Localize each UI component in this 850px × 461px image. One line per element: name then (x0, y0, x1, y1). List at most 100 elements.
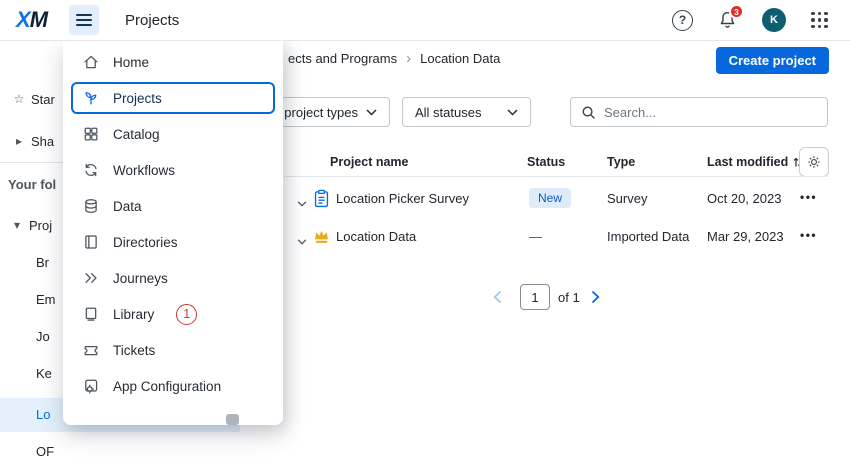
sidebar-section-your-folders: Your fol (8, 174, 56, 194)
row-actions-menu[interactable]: ••• (800, 190, 817, 204)
sidebar-item-label: Em (36, 292, 56, 307)
catalog-icon (82, 125, 100, 143)
menu-item-library[interactable]: Library 1 (63, 296, 283, 332)
app-configuration-icon (82, 377, 100, 395)
home-icon (82, 53, 100, 71)
sidebar-item-starred[interactable]: ☆ Star (10, 89, 55, 109)
pagination-total-label: of 1 (558, 290, 580, 305)
pagination-prev-button[interactable] (493, 290, 502, 309)
column-header-project-name[interactable]: Project name (330, 155, 409, 169)
project-link[interactable]: Location Picker Survey (336, 191, 469, 206)
page-number-input[interactable]: 1 (520, 284, 550, 310)
sidebar-item-label: Proj (29, 218, 52, 233)
search-icon (581, 105, 596, 120)
dot (818, 12, 822, 16)
tickets-icon (82, 341, 100, 359)
dot (811, 18, 815, 22)
menu-item-label: Journeys (113, 271, 168, 286)
sidebar-item-of[interactable]: OF (36, 441, 54, 461)
column-header-label: Last modified (707, 155, 788, 169)
chevron-down-icon (366, 109, 377, 116)
menu-item-label: Workflows (113, 163, 175, 178)
chevron-down-icon (507, 109, 518, 116)
dot (824, 12, 828, 16)
menu-item-home[interactable]: Home (63, 44, 283, 80)
menu-item-catalog[interactable]: Catalog (63, 116, 283, 152)
row-actions-menu[interactable]: ••• (800, 228, 817, 242)
row-expand-caret[interactable] (297, 194, 307, 212)
status-badge: New (529, 188, 571, 208)
projects-icon (82, 89, 100, 107)
row-expand-caret[interactable] (297, 232, 307, 250)
caret-down-icon: ▾ (8, 218, 26, 232)
xm-logo[interactable]: X M (16, 7, 47, 33)
menu-item-journeys[interactable]: Journeys (63, 260, 283, 296)
xm-logo-x: X (16, 7, 30, 33)
column-header-last-modified[interactable]: Last modified (707, 155, 803, 169)
table-settings-button[interactable] (799, 147, 829, 177)
breadcrumb: ects and Programs › Location Data (288, 51, 500, 66)
page-title: Projects (125, 12, 179, 29)
chevron-left-icon (493, 290, 502, 304)
help-icon[interactable]: ? (672, 10, 693, 31)
topbar: X M Projects ? 3 K (0, 0, 850, 41)
menu-item-label: Data (113, 199, 142, 214)
dot (824, 25, 828, 29)
imported-data-icon (313, 228, 330, 250)
chevron-right-icon (591, 290, 600, 304)
chevron-down-icon (297, 201, 307, 207)
sidebar-item-jo[interactable]: Jo (36, 326, 50, 346)
menu-item-workflows[interactable]: Workflows (63, 152, 283, 188)
search-box[interactable] (570, 97, 828, 127)
table-header-divider (284, 176, 828, 177)
sidebar-item-projects-folder[interactable]: ▾ Proj (8, 215, 52, 235)
apps-grid-icon[interactable] (811, 12, 828, 29)
menu-item-directories[interactable]: Directories (63, 224, 283, 260)
project-link[interactable]: Location Data (336, 229, 416, 244)
breadcrumb-current: Location Data (420, 51, 500, 66)
sidebar-item-shared[interactable]: ▸ Sha (10, 131, 54, 151)
menu-item-app-configuration[interactable]: App Configuration (63, 368, 283, 404)
hamburger-bar (76, 14, 92, 16)
pagination-next-button[interactable] (591, 290, 600, 309)
column-header-status[interactable]: Status (527, 155, 565, 169)
menu-item-label: Tickets (113, 343, 155, 358)
sidebar-item-label: Br (36, 255, 49, 270)
annotation-circle-1: 1 (176, 304, 197, 325)
menu-item-projects[interactable]: Projects (71, 82, 275, 114)
sidebar-item-label: Lo (36, 407, 50, 422)
data-icon (82, 197, 100, 215)
last-modified-date: Mar 29, 2023 (707, 229, 784, 244)
nav-flyout-menu: Home Projects Catalog Workflows Data Dir… (63, 41, 283, 425)
dot (818, 25, 822, 29)
status-dropdown[interactable]: All statuses (402, 97, 531, 127)
last-modified-date: Oct 20, 2023 (707, 191, 781, 206)
breadcrumb-separator-icon: › (406, 52, 411, 65)
dot (811, 12, 815, 16)
sidebar-item-label: Star (31, 92, 55, 107)
xm-logo-m: M (30, 7, 47, 33)
workflows-icon (82, 161, 100, 179)
sidebar-item-label: Ke (36, 366, 52, 381)
status-empty: — (529, 229, 542, 244)
create-project-button[interactable]: Create project (716, 47, 829, 74)
survey-document-icon (313, 189, 330, 213)
project-type: Survey (607, 191, 647, 206)
topbar-actions: ? 3 K (672, 8, 828, 32)
sidebar-item-ke[interactable]: Ke (36, 363, 52, 383)
column-header-type[interactable]: Type (607, 155, 635, 169)
project-type: Imported Data (607, 229, 689, 244)
sidebar-item-em[interactable]: Em (36, 289, 56, 309)
caret-right-icon: ▸ (10, 134, 28, 148)
menu-item-label: Library (113, 307, 154, 322)
search-input[interactable] (604, 105, 817, 120)
breadcrumb-parent[interactable]: ects and Programs (288, 51, 397, 66)
sidebar-item-br[interactable]: Br (36, 252, 49, 272)
journeys-icon (82, 269, 100, 287)
avatar[interactable]: K (762, 8, 786, 32)
menu-item-tickets[interactable]: Tickets (63, 332, 283, 368)
notifications-button[interactable]: 3 (718, 10, 737, 30)
scrollbar-thumb[interactable] (226, 414, 239, 425)
hamburger-menu-button[interactable] (69, 5, 99, 35)
menu-item-data[interactable]: Data (63, 188, 283, 224)
